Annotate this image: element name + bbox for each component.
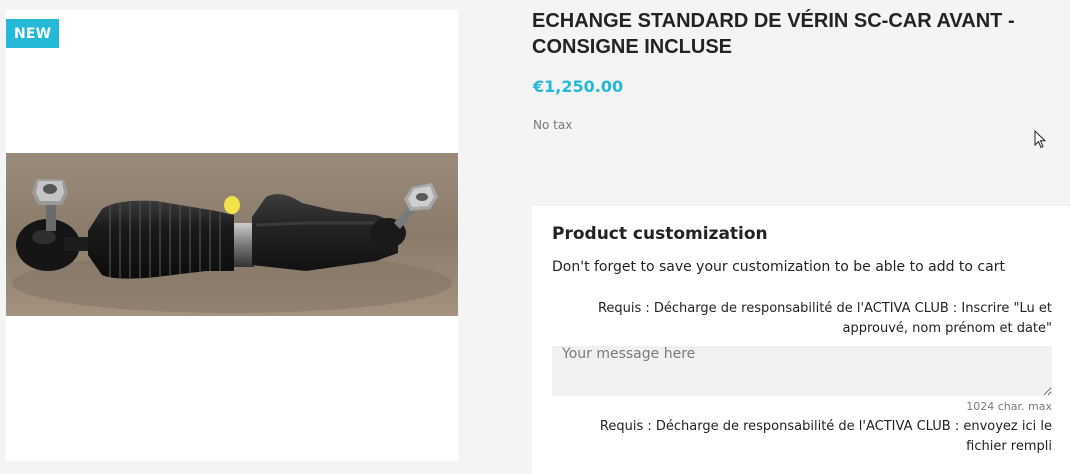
customization-note: Don't forget to save your customization …: [552, 259, 1005, 275]
new-badge: NEW: [6, 19, 60, 48]
product-price: €1,250.00: [533, 77, 624, 96]
customization-title: Product customization: [552, 224, 768, 244]
mouse-pointer-icon: [1034, 130, 1047, 149]
product-customization-panel: Product customization Don't forget to sa…: [532, 206, 1070, 474]
char-limit-hint: 1024 char. max: [966, 400, 1052, 413]
customization-message-input[interactable]: [552, 346, 1052, 396]
customization-file-label: Requis : Décharge de responsabilité de l…: [599, 419, 1052, 454]
tax-label: No tax: [533, 118, 573, 132]
customization-field-label: Requis : Décharge de responsabilité de l…: [597, 301, 1052, 336]
product-image-panel[interactable]: NEW: [6, 10, 458, 461]
product-title: ECHANGE STANDARD DE VÉRIN SC-CAR AVANT -…: [532, 10, 1015, 58]
product-photo[interactable]: [6, 153, 458, 316]
